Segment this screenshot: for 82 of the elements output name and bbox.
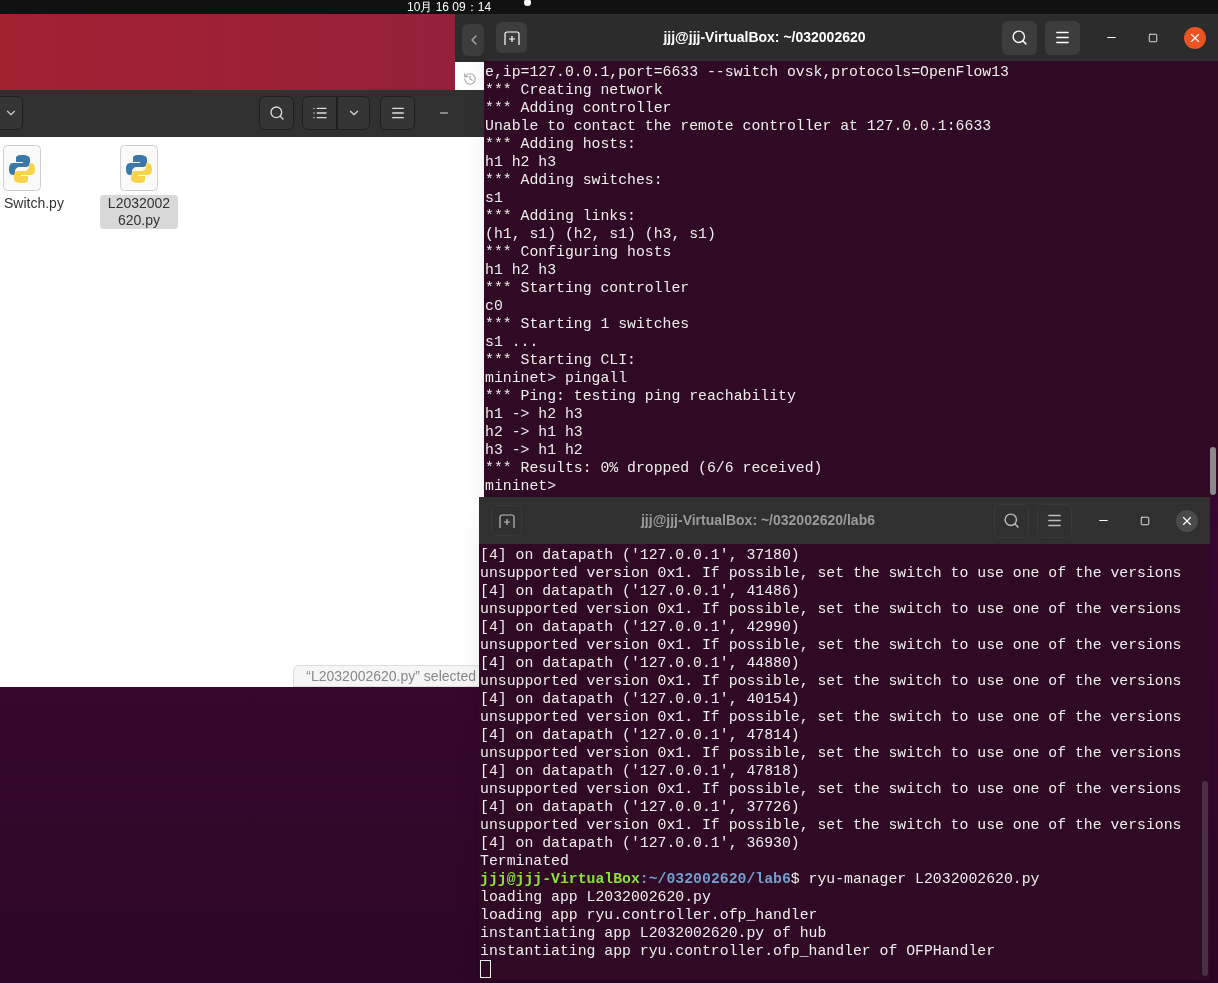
output-line: [4] on datapath ('127.0.0.1', 47818): [480, 762, 801, 780]
command-text: $ ryu-manager L2032002620.py: [790, 870, 1040, 888]
output-line: [4] on datapath ('127.0.0.1', 47814): [480, 726, 801, 744]
output-line: unsupported version 0x1. If possible, set the switch to use one of the versions: [480, 780, 1183, 798]
output-line: h1 h2 h3: [485, 153, 558, 171]
output-line: loading app L2032002620.py: [480, 888, 712, 906]
output-line: *** Starting CLI:: [485, 351, 637, 369]
output-line: unsupported version 0x1. If possible, set the switch to use one of the versions: [480, 816, 1183, 834]
output-line: unsupported version 0x1. If possible, set the switch to use one of the versions: [480, 600, 1183, 618]
output-line: *** Adding links:: [485, 207, 637, 225]
output-line: *** Starting controller: [485, 279, 691, 297]
output-line: unsupported version 0x1. If possible, set the switch to use one of the versions: [480, 672, 1183, 690]
maximize-icon: [1148, 32, 1158, 43]
python-file-icon: [120, 145, 158, 191]
output-line: e,ip=127.0.0.1,port=6633 --switch ovsk,protocols=OpenFlow13: [485, 63, 1010, 81]
new-tab-icon: [498, 513, 515, 528]
output-line: unsupported version 0x1. If possible, set the switch to use one of the versions: [480, 636, 1183, 654]
clock[interactable]: 10月 16 09：14: [407, 0, 492, 14]
search-icon: [1003, 512, 1020, 529]
output-line: *** Creating network: [485, 81, 664, 99]
python-file-icon: [3, 145, 41, 191]
output-line: mininet>: [485, 477, 558, 495]
output-line: [4] on datapath ('127.0.0.1', 42990): [480, 618, 801, 636]
output-line: loading app ryu.controller.ofp_handler: [480, 906, 819, 924]
output-line: [4] on datapath ('127.0.0.1', 41486): [480, 582, 801, 600]
output-line: h2 -> h1 h3: [485, 423, 584, 441]
output-line: *** Configuring hosts: [485, 243, 673, 261]
menu-button[interactable]: [380, 96, 415, 130]
output-line: *** Adding hosts:: [485, 135, 637, 153]
output-line: [4] on datapath ('127.0.0.1', 37180): [480, 546, 801, 564]
prompt-path: :~/032002620/lab6: [639, 870, 791, 888]
new-tab-button[interactable]: [491, 505, 522, 536]
menu-icon: [1054, 29, 1071, 46]
output-line: *** Adding switches:: [485, 171, 664, 189]
menu-button[interactable]: [1037, 503, 1072, 538]
menu-icon: [1046, 512, 1063, 529]
search-button[interactable]: [259, 96, 294, 130]
output-line: *** Adding controller: [485, 99, 673, 117]
scrollbar-thumb[interactable]: [1210, 447, 1216, 495]
back-button[interactable]: [462, 24, 484, 56]
output-line: Unable to contact the remote controller at 127.0.0.1:6633: [485, 117, 993, 135]
output-line: h1 h2 h3: [485, 261, 558, 279]
new-tab-icon: [503, 30, 520, 45]
menu-button[interactable]: [1045, 20, 1080, 55]
search-icon: [268, 105, 285, 121]
output-line: [4] on datapath ('127.0.0.1', 40154): [480, 690, 801, 708]
search-icon: [1011, 29, 1028, 46]
output-line: unsupported version 0x1. If possible, set the switch to use one of the versions: [480, 564, 1183, 582]
output-line: s1 ...: [485, 333, 540, 351]
search-button[interactable]: [1002, 20, 1037, 55]
window-title: jjj@jjj-VirtualBox: ~/032002620/lab6: [639, 511, 876, 530]
output-line: h1 -> h2 h3: [485, 405, 584, 423]
close-button[interactable]: [1184, 26, 1206, 49]
file-name[interactable]: L2032002620.py: [100, 195, 178, 229]
output-line: (h1, s1) (h2, s1) (h3, s1): [485, 225, 717, 243]
output-line: *** Results: 0% dropped (6/6 received): [485, 459, 824, 477]
output-line: [4] on datapath ('127.0.0.1', 37726): [480, 798, 801, 816]
output-line: mininet> pingall: [485, 369, 629, 387]
maximize-icon: [1140, 515, 1150, 526]
list-icon: [311, 105, 328, 121]
new-tab-button[interactable]: [496, 22, 527, 53]
output-line: [4] on datapath ('127.0.0.1', 44880): [480, 654, 801, 672]
output-line: s1: [485, 189, 504, 207]
history-icon: [463, 72, 477, 86]
close-button[interactable]: [1176, 509, 1198, 532]
output-line: *** Ping: testing ping reachability: [485, 387, 797, 405]
list-view-button[interactable]: [302, 96, 337, 130]
window-title: jjj@jjj-VirtualBox: ~/032002620: [662, 28, 867, 47]
output-line: unsupported version 0x1. If possible, set the switch to use one of the versions: [480, 744, 1183, 762]
status-overlay: “L2032002620.py” selected: [293, 665, 481, 687]
output-line: unsupported version 0x1. If possible, set the switch to use one of the versions: [480, 708, 1183, 726]
output-line: Terminated: [480, 852, 570, 870]
output-line: [4] on datapath ('127.0.0.1', 36930): [480, 834, 801, 852]
output-line: h3 -> h1 h2: [485, 441, 584, 459]
output-line: instantiating app ryu.controller.ofp_handler of OFPHandler: [480, 942, 996, 960]
file-name[interactable]: Switch.py: [0, 195, 68, 212]
menu-icon: [389, 105, 406, 121]
output-line: *** Starting 1 switches: [485, 315, 691, 333]
search-button[interactable]: [994, 503, 1029, 538]
output-line: instantiating app L2032002620.py of hub: [480, 924, 828, 942]
output-line: c0: [485, 297, 504, 315]
prompt-user: jjj@jjj-VirtualBox: [480, 870, 640, 888]
